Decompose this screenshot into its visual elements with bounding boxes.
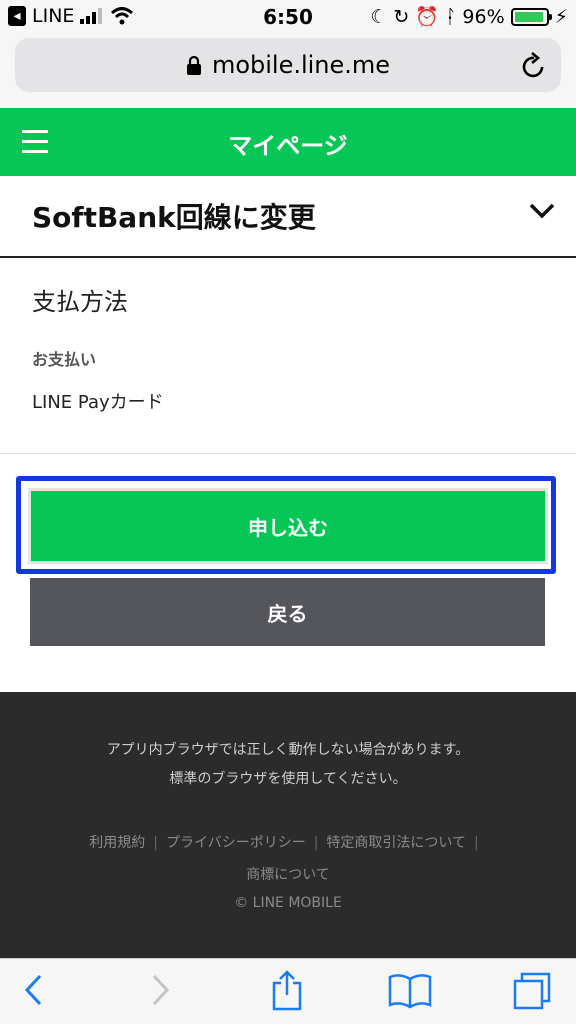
charging-icon: ⚡ <box>554 5 568 28</box>
back-button[interactable]: 戻る <box>30 578 545 646</box>
link-separator: | <box>153 835 158 851</box>
chevron-down-icon[interactable] <box>528 202 556 220</box>
url-bar[interactable]: mobile.line.me <box>15 38 561 92</box>
alarm-icon: ⏰ <box>415 6 440 28</box>
link-separator: | <box>313 835 319 851</box>
page-header: マイページ <box>0 108 576 176</box>
battery-percent: 96% <box>462 5 505 28</box>
moon-icon: ☾ <box>370 5 388 28</box>
share-icon[interactable] <box>270 969 304 1011</box>
plan-title: SoftBank回線に変更 <box>32 201 316 234</box>
terms-link[interactable]: 利用規約 <box>89 835 145 851</box>
browser-toolbar <box>0 958 576 1024</box>
tabs-icon[interactable] <box>512 971 552 1011</box>
rotation-lock-icon: ↻ <box>393 5 410 28</box>
apply-button[interactable]: 申し込む <box>28 488 548 564</box>
page-title: マイページ <box>228 132 348 160</box>
trademark-link[interactable]: 商標について <box>0 864 576 884</box>
lock-icon <box>186 55 201 75</box>
payment-label: お支払い <box>32 350 97 369</box>
payment-value: LINE Payカード <box>32 392 164 413</box>
payment-heading: 支払方法 <box>32 288 128 316</box>
footer-links: 利用規約 | プライバシーポリシー | 特定商取引法について | <box>0 832 576 852</box>
battery-icon <box>510 7 552 26</box>
battery-fill <box>514 11 544 22</box>
plan-accordion[interactable]: SoftBank回線に変更 <box>0 176 576 258</box>
status-right: ☾ ↻ ⏰ ᛛ 96% ⚡ <box>370 5 568 29</box>
bookmarks-icon[interactable] <box>388 973 432 1009</box>
back-arrow-icon[interactable] <box>22 973 44 1007</box>
link-separator: | <box>474 835 479 851</box>
commerce-law-link[interactable]: 特定商取引法について <box>326 835 466 851</box>
browser-notice: アプリ内ブラウザでは正しく動作しない場合があります。 標準のブラウザを使用してく… <box>0 736 576 794</box>
privacy-link[interactable]: プライバシーポリシー <box>166 835 306 851</box>
notice-line-2: 標準のブラウザを使用してください。 <box>169 771 407 787</box>
forward-arrow-icon[interactable] <box>150 973 172 1007</box>
copyright: © LINE MOBILE <box>234 895 342 911</box>
footer: アプリ内ブラウザでは正しく動作しない場合があります。 標準のブラウザを使用してく… <box>0 692 576 958</box>
reload-icon[interactable] <box>521 51 547 79</box>
browser-url-area: mobile.line.me <box>0 34 576 108</box>
notice-line-1: アプリ内ブラウザでは正しく動作しない場合があります。 <box>106 742 470 758</box>
url-text[interactable]: mobile.line.me <box>212 51 390 79</box>
bluetooth-icon: ᛛ <box>445 5 457 28</box>
payment-section: 支払方法 お支払い LINE Payカード <box>0 258 576 454</box>
status-bar: ◂ LINE 6:50 ☾ ↻ ⏰ ᛛ 96% ⚡ <box>0 0 576 34</box>
